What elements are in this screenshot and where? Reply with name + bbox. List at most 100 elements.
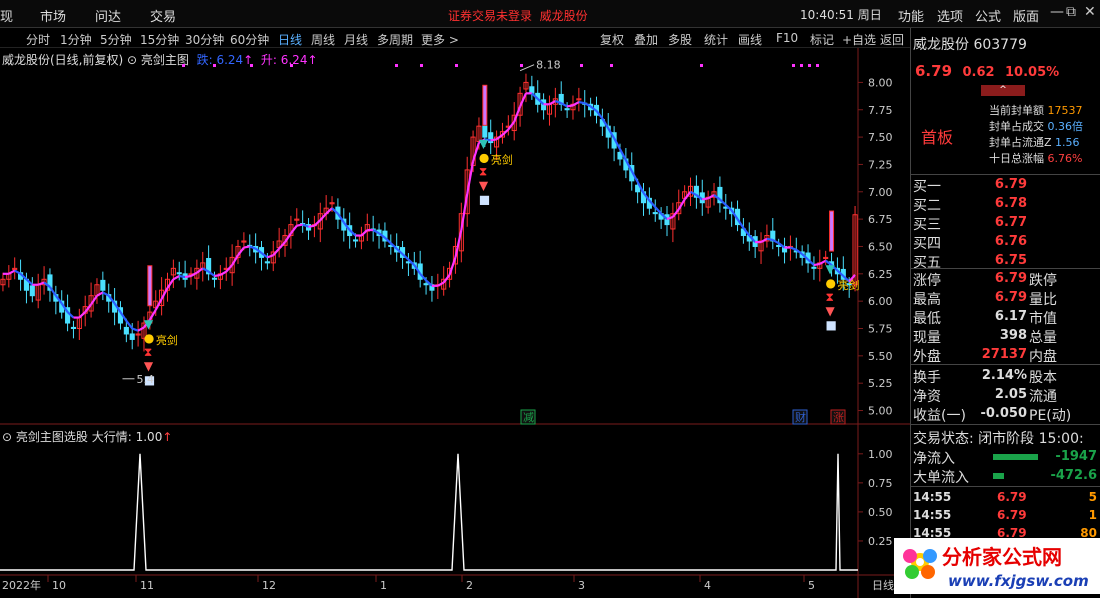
period-tab-fenshi[interactable]: 分时: [26, 31, 50, 48]
event-marker-text: 减: [523, 411, 534, 424]
multi-stock-button[interactable]: 多股: [668, 31, 692, 48]
signal-dot: [395, 64, 398, 67]
add-watchlist-button[interactable]: +自选: [842, 31, 876, 48]
stat-value: 6.79: [994, 290, 1027, 305]
stat-label: 最低: [913, 311, 941, 327]
ma-segment: [14, 269, 22, 275]
menu-item-trade[interactable]: 交易: [150, 6, 176, 25]
signal-dot: [250, 64, 253, 67]
period-toolbar: 分时 1分钟 5分钟 15分钟 30分钟 60分钟 日线 周线 月线 多周期 更…: [0, 28, 910, 48]
mark-button[interactable]: 标记: [810, 31, 834, 48]
sub-chart: 1.00 0.75 0.50 0.25: [0, 448, 893, 571]
period-tab-monthly[interactable]: 月线: [344, 31, 368, 48]
period-tab-multi[interactable]: 多周期: [377, 31, 413, 48]
signal-glyph-icon: ⧗: [479, 164, 487, 178]
restore-rights-button[interactable]: 复权: [600, 31, 624, 48]
seal-label: 封单占成交: [989, 120, 1044, 133]
signal-glyph-icon: ●: [144, 331, 154, 345]
tick-price: 6.79: [997, 490, 1027, 504]
ma-segment: [237, 246, 245, 256]
ma-segment: [96, 291, 104, 297]
ma-segment: [160, 287, 169, 300]
menu-item-options[interactable]: 选项: [937, 6, 963, 25]
overlay-button[interactable]: 叠加: [634, 31, 658, 48]
menu-bar: 现 市场 问达 交易 证券交易未登录 威龙股份 10:40:51 周日 功能 选…: [0, 0, 1100, 28]
price-tick-label: 7.75: [868, 104, 893, 117]
stat-label-2: 内盘: [1029, 349, 1057, 365]
back-button[interactable]: 返回: [880, 31, 904, 48]
flow-value: -472.6: [1050, 468, 1097, 483]
ma-segment: [707, 194, 715, 200]
menu-item-wenda[interactable]: 问达: [95, 6, 121, 25]
ma-segment: [513, 106, 522, 123]
f10-button[interactable]: F10: [776, 31, 798, 45]
ma-segment: [560, 102, 568, 108]
period-tab-60min[interactable]: 60分钟: [230, 31, 269, 48]
seal-row: 十日总涨幅 6.76%: [989, 150, 1082, 166]
ma-segment: [308, 224, 315, 228]
draw-line-button[interactable]: 画线: [738, 31, 762, 48]
period-tab-daily[interactable]: 日线: [278, 31, 302, 48]
bid-price: 6.77: [994, 215, 1027, 230]
menu-item-function[interactable]: 功能: [898, 6, 924, 25]
fund-label-2: 流通: [1029, 389, 1057, 405]
stats-button[interactable]: 统计: [704, 31, 728, 48]
price-change: 0.62: [962, 65, 995, 80]
stat-label-2: 总量: [1029, 330, 1057, 346]
signal-glyph-icon: ■: [826, 318, 837, 332]
close-icon[interactable]: ✕: [1084, 4, 1096, 20]
signal-glyph-icon: ▼: [826, 304, 836, 318]
signal-dot: [455, 64, 458, 67]
ma-segment: [90, 295, 98, 306]
candle-body: [564, 108, 570, 111]
ma-segment: [102, 291, 110, 297]
fund-label: 收益(一): [913, 408, 966, 424]
period-tab-weekly[interactable]: 周线: [311, 31, 335, 48]
ma-segment: [501, 128, 510, 136]
ma-segment: [154, 298, 163, 311]
kline-chart[interactable]: ▼●⧗▼■亮剑▼●⧗▼■亮剑▼●⧗▼■亮剑 8.007.757.507.257.…: [0, 48, 910, 598]
ma-segment: [214, 273, 221, 278]
period-tab-more[interactable]: 更多 >: [421, 31, 459, 48]
menu-item-view[interactable]: 现: [0, 6, 13, 25]
sub-tick-label: 0.25: [868, 535, 893, 548]
stat-value: 6.79: [994, 271, 1027, 286]
signal-spike: [829, 210, 835, 252]
seal-label: 当前封单额: [989, 104, 1044, 117]
stat-label: 外盘: [913, 349, 941, 365]
ma-segment: [313, 219, 322, 227]
signal-label: 亮剑: [491, 152, 513, 166]
restore-icon[interactable]: ⧉: [1066, 4, 1076, 20]
period-tab-15min[interactable]: 15分钟: [140, 31, 179, 48]
candle-body: [264, 261, 270, 264]
bid-label: 买五: [913, 255, 941, 271]
menu-item-market[interactable]: 市场: [40, 6, 66, 25]
candle-body: [123, 326, 129, 335]
price-tick-label: 7.50: [868, 131, 893, 144]
time-axis-unit: 日线: [872, 578, 894, 592]
ma-segment: [172, 275, 180, 281]
login-alert[interactable]: 证券交易未登录 威龙股份: [448, 7, 588, 24]
period-tab-30min[interactable]: 30分钟: [185, 31, 224, 48]
bid-label: 买二: [913, 198, 941, 214]
signal-glyph-icon: ▼: [826, 262, 836, 276]
ma-segment: [284, 232, 292, 243]
stat-label: 涨停: [913, 273, 941, 289]
menu-item-layout[interactable]: 版面: [1013, 6, 1039, 25]
expand-caret-icon[interactable]: ^: [981, 85, 1025, 96]
price-line: 6.79 0.62 10.05%: [915, 62, 1059, 80]
bid-price: 6.75: [994, 253, 1027, 268]
period-tab-5min[interactable]: 5分钟: [100, 31, 132, 48]
signal-dot: [816, 64, 819, 67]
period-tab-1min[interactable]: 1分钟: [60, 31, 92, 48]
time-tick-label: 10: [52, 579, 66, 592]
ma-segment: [296, 223, 303, 227]
ma-segment: [231, 254, 239, 266]
time-tick-label: 11: [140, 579, 154, 592]
menu-item-formula[interactable]: 公式: [975, 6, 1001, 25]
ma-segment: [760, 237, 768, 244]
signal-dot: [420, 64, 423, 67]
signal-glyph-icon: ●: [479, 150, 489, 164]
minimize-icon[interactable]: —: [1050, 4, 1064, 20]
sub-signal-line: [0, 453, 858, 571]
